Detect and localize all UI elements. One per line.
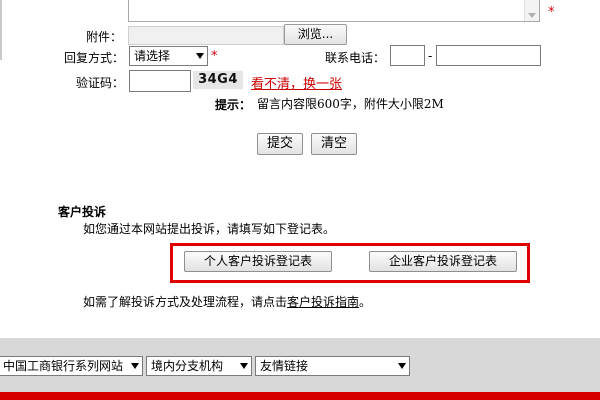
chevron-down-icon: [196, 53, 204, 59]
icbc-sites-value: 中国工商银行系列网站: [3, 359, 124, 373]
phone-area-code-input[interactable]: [390, 45, 425, 66]
left-border-rule: [0, 0, 2, 60]
complaints-description: 如您通过本网站提出投诉，请填写如下登记表。: [83, 222, 336, 236]
chevron-down-icon: [131, 363, 139, 369]
enterprise-complaint-form-button[interactable]: 企业客户投诉登记表: [369, 251, 517, 272]
reply-method-label: 回复方式：: [64, 51, 125, 65]
chevron-down-icon: [240, 363, 248, 369]
complaints-title: 客户投诉: [58, 205, 107, 219]
captcha-input[interactable]: [129, 70, 191, 92]
reply-method-value: 请选择: [134, 49, 171, 63]
chevron-down-icon: [398, 363, 406, 369]
message-required-mark: *: [548, 5, 555, 20]
attachment-path-field[interactable]: [128, 26, 284, 45]
note-suffix: 。: [359, 295, 372, 309]
footer-red-stripe: [0, 392, 600, 400]
reply-method-required-mark: *: [211, 49, 218, 64]
attachment-label: 附件：: [86, 30, 123, 44]
tip-text: 留言内容限600字，附件大小限2M: [257, 97, 444, 111]
note-prefix: 如需了解投诉方式及处理流程，请点击: [83, 295, 288, 309]
friendly-links-select[interactable]: 友情链接: [255, 356, 410, 376]
submit-button[interactable]: 提交: [257, 133, 303, 155]
phone-separator: -: [428, 49, 433, 63]
phone-number-input[interactable]: [436, 45, 541, 66]
browse-button[interactable]: 浏览...: [284, 24, 347, 45]
icbc-sites-select[interactable]: 中国工商银行系列网站: [0, 356, 143, 376]
captcha-refresh-link[interactable]: 看不清，换一张: [251, 73, 342, 92]
friendly-links-value: 友情链接: [260, 359, 309, 373]
captcha-label: 验证码：: [76, 76, 125, 90]
complaint-guide-note: 如需了解投诉方式及处理流程，请点击客户投诉指南。: [83, 293, 371, 310]
scroll-down-arrow-icon[interactable]: [528, 13, 536, 18]
complaint-guide-link[interactable]: 客户投诉指南: [287, 295, 359, 309]
phone-label: 联系电话：: [325, 51, 386, 65]
tip-key: 提示：: [215, 98, 252, 112]
textarea-scrollbar[interactable]: [524, 0, 539, 21]
personal-complaint-form-button[interactable]: 个人客户投诉登记表: [184, 251, 332, 272]
domestic-branches-value: 境内分支机构: [151, 359, 224, 373]
clear-button[interactable]: 清空: [311, 133, 357, 155]
reply-method-select[interactable]: 请选择: [129, 46, 208, 66]
message-textarea[interactable]: [128, 0, 540, 22]
captcha-image[interactable]: 34G4: [193, 71, 243, 89]
domestic-branches-select[interactable]: 境内分支机构: [146, 356, 252, 376]
